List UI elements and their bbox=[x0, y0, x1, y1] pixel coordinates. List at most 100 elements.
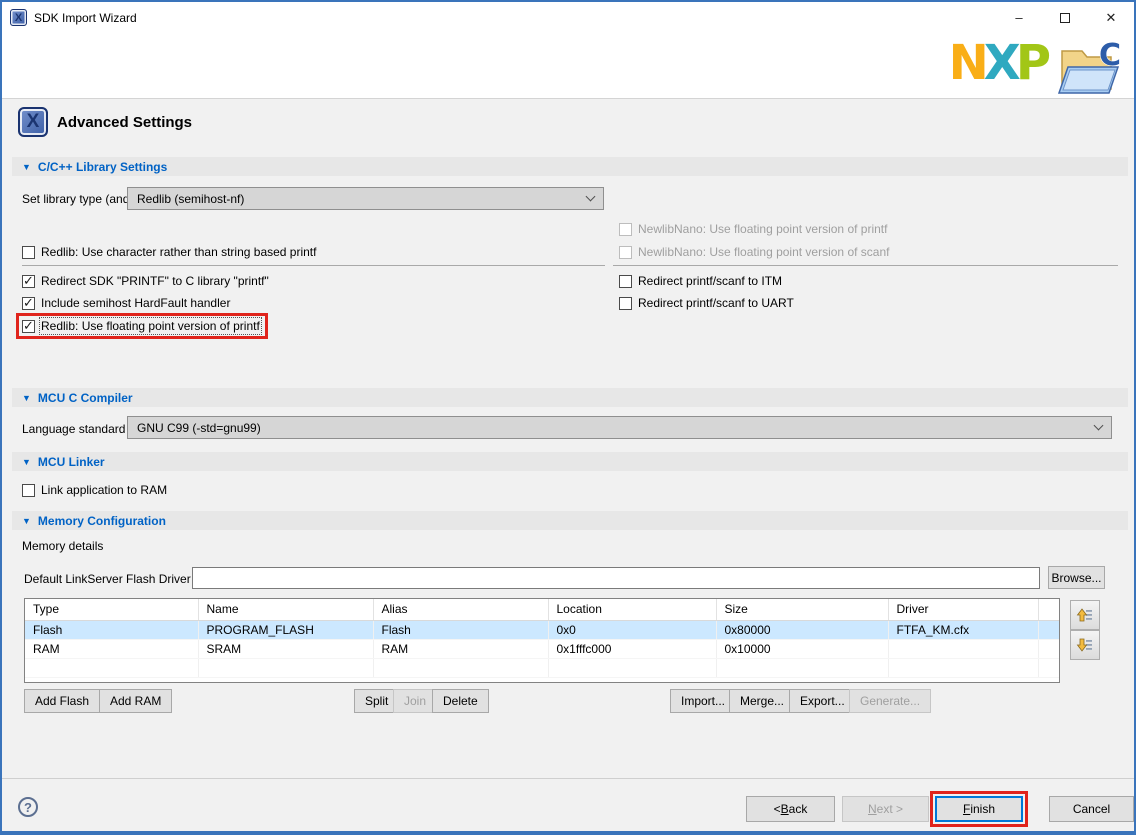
chevron-down-icon bbox=[586, 192, 596, 202]
memory-table: Type Name Alias Location Size Driver Fla… bbox=[24, 598, 1060, 683]
delete-button[interactable]: Delete bbox=[432, 689, 489, 713]
sdk-import-wizard-window: X SDK Import Wizard – ✕ NXP C X Advanced… bbox=[0, 0, 1136, 835]
window-title: SDK Import Wizard bbox=[34, 11, 137, 25]
library-type-dropdown[interactable]: Redlib (semihost-nf) bbox=[127, 187, 604, 210]
column-header-location[interactable]: Location bbox=[548, 599, 716, 620]
flash-driver-label: Default LinkServer Flash Driver bbox=[24, 572, 191, 586]
collapse-icon: ▼ bbox=[22, 516, 31, 526]
label-fragment: F bbox=[963, 802, 970, 816]
maximize-button[interactable] bbox=[1042, 2, 1088, 33]
cell-name[interactable]: SRAM bbox=[198, 639, 373, 658]
annotation-box-finish: Finish bbox=[930, 791, 1028, 827]
library-type-value: Redlib (semihost-nf) bbox=[137, 192, 244, 206]
label-fragment: ack bbox=[789, 802, 808, 816]
checkbox-box bbox=[619, 297, 632, 310]
label-fragment: < bbox=[774, 802, 781, 816]
window-controls: – ✕ bbox=[996, 2, 1134, 33]
c-folder-icon: C bbox=[1056, 37, 1122, 100]
cell-driver[interactable]: FTFA_KM.cfx bbox=[888, 620, 1038, 639]
checkbox-label: Redirect printf/scanf to UART bbox=[638, 296, 794, 310]
checkbox-link-app-ram[interactable]: Link application to RAM bbox=[22, 483, 167, 497]
column-header-driver[interactable]: Driver bbox=[888, 599, 1038, 620]
close-button[interactable]: ✕ bbox=[1088, 2, 1134, 33]
browse-button[interactable]: Browse... bbox=[1048, 566, 1105, 589]
column-header-size[interactable]: Size bbox=[716, 599, 888, 620]
next-button: Next > bbox=[842, 796, 929, 822]
checkbox-label: Redirect SDK "PRINTF" to C library "prin… bbox=[41, 274, 269, 288]
section-library-settings[interactable]: ▼ C/C++ Library Settings bbox=[12, 157, 1128, 176]
column-header-alias[interactable]: Alias bbox=[373, 599, 548, 620]
cell-name[interactable]: PROGRAM_FLASH bbox=[198, 620, 373, 639]
checkbox-label: Link application to RAM bbox=[41, 483, 167, 497]
checkbox-redirect-uart[interactable]: Redirect printf/scanf to UART bbox=[619, 296, 794, 310]
section-title: MCU Linker bbox=[38, 455, 105, 469]
section-title: C/C++ Library Settings bbox=[38, 160, 167, 174]
separator-left bbox=[22, 265, 605, 266]
merge-button[interactable]: Merge... bbox=[729, 689, 795, 713]
checkbox-newlibnano-float-printf[interactable]: NewlibNano: Use floating point version o… bbox=[619, 222, 887, 236]
language-standard-value: GNU C99 (-std=gnu99) bbox=[137, 421, 261, 435]
move-down-button[interactable] bbox=[1070, 630, 1100, 660]
flash-driver-input[interactable] bbox=[192, 567, 1040, 589]
column-header-type[interactable]: Type bbox=[25, 599, 198, 620]
checkbox-label: NewlibNano: Use floating point version o… bbox=[638, 222, 887, 236]
cell-size[interactable]: 0x10000 bbox=[716, 639, 888, 658]
page-header: X Advanced Settings bbox=[18, 107, 192, 137]
section-title: Memory Configuration bbox=[38, 514, 166, 528]
checkbox-label: Redlib: Use character rather than string… bbox=[41, 245, 316, 259]
cell-driver[interactable] bbox=[888, 639, 1038, 658]
minimize-button[interactable]: – bbox=[996, 2, 1042, 33]
cell-alias[interactable]: RAM bbox=[373, 639, 548, 658]
join-button: Join bbox=[393, 689, 437, 713]
help-button[interactable]: ? bbox=[18, 797, 38, 817]
checkbox-redirect-itm[interactable]: Redirect printf/scanf to ITM bbox=[619, 274, 782, 288]
chevron-down-icon bbox=[1094, 421, 1104, 431]
footer-bar: ? < Back Next > Finish Cancel bbox=[2, 778, 1134, 833]
checkbox-label: Redirect printf/scanf to ITM bbox=[638, 274, 782, 288]
finish-button[interactable]: Finish bbox=[935, 796, 1023, 822]
section-title: MCU C Compiler bbox=[38, 391, 133, 405]
checkbox-redirect-sdk-printf[interactable]: Redirect SDK "PRINTF" to C library "prin… bbox=[22, 274, 269, 288]
table-row-empty bbox=[25, 658, 1060, 677]
memory-details-label: Memory details bbox=[22, 539, 103, 553]
nxp-letter-x: X bbox=[984, 35, 1016, 91]
back-button[interactable]: < Back bbox=[746, 796, 835, 822]
generate-button: Generate... bbox=[849, 689, 931, 713]
table-row-flash[interactable]: Flash PROGRAM_FLASH Flash 0x0 0x80000 FT… bbox=[25, 620, 1060, 639]
branding-area: NXP C bbox=[2, 33, 1134, 99]
column-header-name[interactable]: Name bbox=[198, 599, 373, 620]
cell-size[interactable]: 0x80000 bbox=[716, 620, 888, 639]
checkbox-box bbox=[22, 484, 35, 497]
checkbox-semihost-hardfault[interactable]: Include semihost HardFault handler bbox=[22, 296, 230, 310]
table-header-row: Type Name Alias Location Size Driver bbox=[25, 599, 1060, 620]
move-up-button[interactable] bbox=[1070, 600, 1100, 630]
section-memory-configuration[interactable]: ▼ Memory Configuration bbox=[12, 511, 1128, 530]
section-mcu-linker[interactable]: ▼ MCU Linker bbox=[12, 452, 1128, 471]
checkbox-box bbox=[619, 275, 632, 288]
nxp-logo: NXP bbox=[949, 39, 1046, 87]
checkbox-redlib-char-printf[interactable]: Redlib: Use character rather than string… bbox=[22, 245, 316, 259]
checkbox-label: Include semihost HardFault handler bbox=[41, 296, 230, 310]
label-fragment: ext > bbox=[877, 802, 903, 816]
import-button[interactable]: Import... bbox=[670, 689, 736, 713]
close-icon: ✕ bbox=[1106, 10, 1117, 26]
checkbox-redlib-float-printf[interactable]: Redlib: Use floating point version of pr… bbox=[22, 319, 260, 333]
cell-type[interactable]: Flash bbox=[25, 620, 198, 639]
label-fragment: N bbox=[868, 802, 877, 816]
add-flash-button[interactable]: Add Flash bbox=[24, 689, 100, 713]
cancel-button[interactable]: Cancel bbox=[1049, 796, 1134, 822]
cell-location[interactable]: 0x1fffc000 bbox=[548, 639, 716, 658]
checkbox-newlibnano-float-scanf[interactable]: NewlibNano: Use floating point version o… bbox=[619, 245, 889, 259]
section-mcu-c-compiler[interactable]: ▼ MCU C Compiler bbox=[12, 388, 1128, 407]
cell-alias[interactable]: Flash bbox=[373, 620, 548, 639]
add-ram-button[interactable]: Add RAM bbox=[99, 689, 172, 713]
language-standard-dropdown[interactable]: GNU C99 (-std=gnu99) bbox=[127, 416, 1112, 439]
table-row-ram[interactable]: RAM SRAM RAM 0x1fffc000 0x10000 bbox=[25, 639, 1060, 658]
cell-type[interactable]: RAM bbox=[25, 639, 198, 658]
collapse-icon: ▼ bbox=[22, 393, 31, 403]
app-x-icon: X bbox=[10, 9, 27, 26]
move-up-icon bbox=[1076, 606, 1094, 624]
annotation-box-redlib-float: Redlib: Use floating point version of pr… bbox=[16, 313, 268, 339]
cell-location[interactable]: 0x0 bbox=[548, 620, 716, 639]
export-button[interactable]: Export... bbox=[789, 689, 856, 713]
